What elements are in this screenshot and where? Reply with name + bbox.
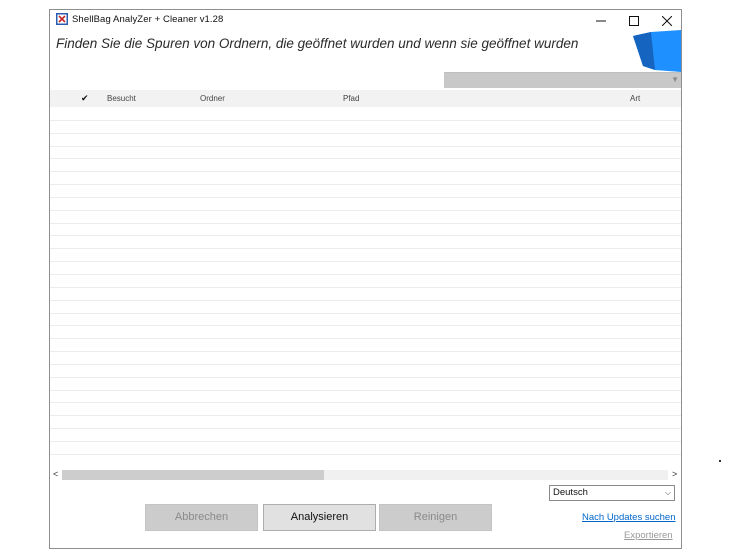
column-header-path[interactable]: Pfad	[343, 90, 359, 107]
table-row[interactable]	[50, 185, 681, 198]
table-row[interactable]	[50, 365, 681, 378]
title-bar[interactable]: ShellBag AnalyZer + Cleaner v1.28	[50, 10, 681, 31]
minimize-icon	[595, 20, 606, 21]
table-row[interactable]	[50, 236, 681, 250]
window-title: ShellBag AnalyZer + Cleaner v1.28	[72, 14, 224, 25]
app-icon	[56, 13, 68, 25]
table-row[interactable]	[50, 352, 681, 365]
scroll-track[interactable]	[62, 470, 668, 480]
scroll-thumb[interactable]	[62, 470, 324, 480]
table-row[interactable]	[50, 224, 681, 237]
table-row[interactable]	[50, 249, 681, 263]
close-button[interactable]	[650, 10, 681, 31]
app-window: ShellBag AnalyZer + Cleaner v1.28 Finden…	[49, 9, 682, 549]
clean-button[interactable]: Reinigen	[379, 504, 492, 531]
analyze-button[interactable]: Analysieren	[263, 504, 376, 531]
maximize-button[interactable]	[617, 10, 650, 31]
export-link[interactable]: Exportieren	[624, 530, 673, 541]
logo-graphic	[633, 30, 681, 72]
stray-dot	[719, 460, 721, 462]
column-header-visited[interactable]: Besucht	[107, 90, 136, 107]
table-header: ✔ Besucht Ordner Pfad Art	[50, 90, 681, 107]
table-row[interactable]	[50, 159, 681, 173]
check-updates-link[interactable]: Nach Updates suchen	[582, 512, 675, 523]
table-row[interactable]	[50, 172, 681, 186]
column-header-type[interactable]: Art	[630, 90, 640, 107]
page-title: Finden Sie die Spuren von Ordnern, die g…	[56, 36, 579, 51]
column-header-check[interactable]: ✔	[81, 90, 89, 107]
chevron-down-icon: ▼	[671, 75, 679, 84]
scroll-right-icon[interactable]: >	[672, 467, 677, 482]
table-row[interactable]	[50, 339, 681, 353]
table-body[interactable]	[50, 108, 681, 465]
maximize-icon	[628, 15, 639, 26]
language-selected-value: Deutsch	[553, 487, 588, 498]
table-row[interactable]	[50, 288, 681, 301]
table-row[interactable]	[50, 198, 681, 211]
cancel-button[interactable]: Abbrechen	[145, 504, 258, 531]
chevron-down-icon: ⌵	[664, 488, 671, 497]
language-select[interactable]: Deutsch ⌵	[549, 485, 675, 501]
scroll-left-icon[interactable]: <	[53, 467, 58, 482]
table-row[interactable]	[50, 275, 681, 288]
table-row[interactable]	[50, 211, 681, 224]
table-row[interactable]	[50, 326, 681, 340]
table-row[interactable]	[50, 121, 681, 134]
shellbag-table[interactable]: ✔ Besucht Ordner Pfad Art	[50, 90, 681, 465]
table-row[interactable]	[50, 378, 681, 391]
table-row[interactable]	[50, 442, 681, 455]
table-row[interactable]	[50, 391, 681, 404]
table-row[interactable]	[50, 108, 681, 121]
table-row[interactable]	[50, 403, 681, 417]
table-row[interactable]	[50, 134, 681, 147]
horizontal-scrollbar[interactable]: < >	[50, 467, 681, 482]
table-row[interactable]	[50, 262, 681, 275]
close-icon	[661, 15, 672, 26]
minimize-button[interactable]	[584, 10, 617, 31]
table-row[interactable]	[50, 301, 681, 314]
table-row[interactable]	[50, 416, 681, 430]
table-row[interactable]	[50, 314, 681, 327]
table-row[interactable]	[50, 147, 681, 160]
filter-bar[interactable]: ▼	[444, 72, 681, 88]
column-header-folder[interactable]: Ordner	[200, 90, 225, 107]
table-row[interactable]	[50, 429, 681, 442]
